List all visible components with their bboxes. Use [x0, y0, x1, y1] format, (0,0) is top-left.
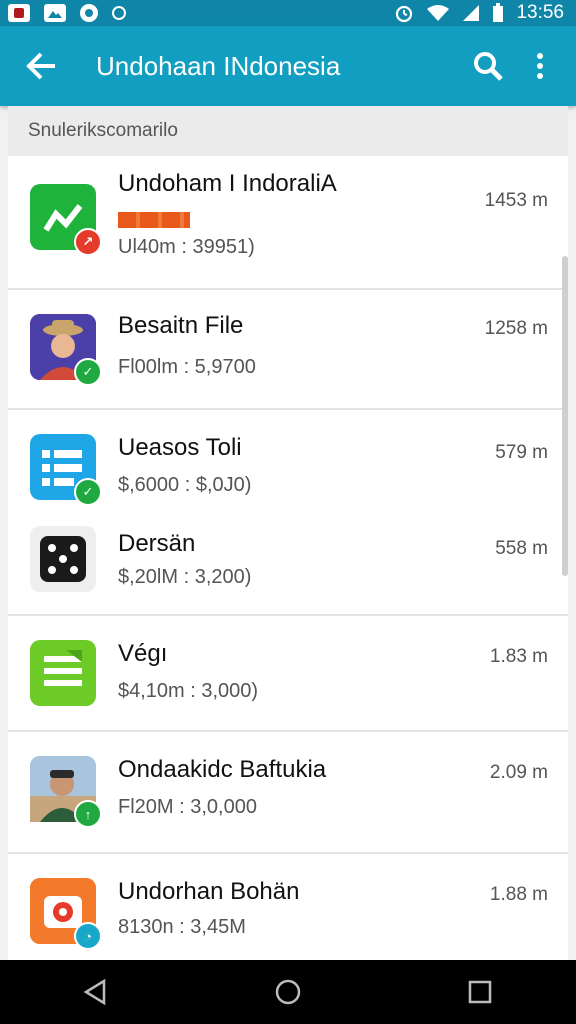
app-name: Ondaakidc Baftukia	[118, 756, 327, 783]
list-item[interactable]: ✓ Ueasos Toli $,6000 : $,0J0) 579 m	[8, 410, 568, 510]
red-arrow-badge: ↗	[74, 228, 102, 256]
home-nav-button[interactable]	[258, 962, 318, 1022]
app-name: Besaitn File	[118, 312, 244, 339]
notification-app-icon	[8, 4, 30, 22]
scrollbar[interactable]	[562, 256, 568, 576]
search-icon	[474, 52, 503, 81]
signal-icon	[463, 5, 480, 21]
list-item[interactable]: Végı $4,10m : 3,000) 1.83 m	[8, 616, 568, 730]
app-subtitle: 8130n : 3,45M	[118, 916, 246, 938]
section-header: Snulerikscomarilo	[8, 106, 568, 156]
dice-icon	[30, 526, 96, 592]
status-left-icons	[0, 4, 126, 22]
more-vert-icon	[537, 53, 543, 79]
page-title: Undohaan INdonesia	[96, 50, 341, 81]
app-size: 1.83 m	[489, 646, 548, 667]
green-doc-icon	[30, 640, 96, 706]
person-avatar-icon: ✓	[30, 314, 102, 386]
status-bar: 13:56	[0, 0, 576, 26]
gallery-icon	[44, 4, 66, 22]
status-right: 13:56	[394, 2, 576, 24]
list-item[interactable]: ↑ Ondaakidc Baftukia Fl20M : 3,0,000 2.0…	[8, 732, 568, 852]
nav-back-icon	[83, 978, 106, 1006]
recents-nav-button[interactable]	[450, 962, 510, 1022]
person-photo-icon: ↑	[30, 756, 102, 828]
app-size: 1258 m	[484, 318, 548, 339]
blue-list-icon: ✓	[30, 434, 102, 506]
app-name: Undorhan Bohän	[118, 878, 300, 905]
list-item[interactable]: ◔ Undorhan Bohän 8130n : 3,45M 1.88 m	[8, 854, 568, 960]
navigation-bar	[0, 960, 576, 1024]
back-button[interactable]	[14, 38, 70, 94]
overflow-menu-button[interactable]	[514, 40, 566, 92]
arrow-back-icon	[26, 52, 55, 80]
app-subtitle: $,6000 : $,0J0)	[118, 474, 252, 496]
download-progress-bar	[118, 212, 190, 228]
green-chart-icon: ↗	[30, 184, 102, 256]
green-check-badge: ✓	[74, 358, 102, 386]
search-button[interactable]	[462, 40, 514, 92]
nav-recents-icon	[468, 980, 492, 1004]
status-time: 13:56	[516, 2, 564, 23]
app-subtitle: Ul40m : 39951)	[118, 236, 255, 258]
green-up-badge: ↑	[74, 800, 102, 828]
list-item[interactable]: Dersän $,20lM : 3,200) 558 m	[8, 510, 568, 614]
blue-badge: ◔	[74, 922, 102, 950]
app-subtitle: Fl00lm : 5,9700	[118, 356, 256, 378]
app-subtitle: $4,10m : 3,000)	[118, 680, 259, 702]
app-bar: Undohaan INdonesia	[0, 26, 576, 106]
orange-camera-icon: ◔	[30, 878, 102, 950]
list-item[interactable]: ↗ Undoham I IndoraliA Ul40m : 39951) 145…	[8, 156, 568, 288]
app-name: Ueasos Toli	[118, 434, 242, 461]
green-check-badge: ✓	[74, 478, 102, 506]
app-name: Undoham I IndoraliA	[118, 170, 337, 197]
app-size: 579 m	[495, 442, 548, 463]
nav-home-icon	[275, 979, 301, 1005]
app-size: 558 m	[495, 538, 548, 559]
list-item[interactable]: ✓ Besaitn File Fl00lm : 5,9700 1258 m	[8, 290, 568, 408]
messenger-icon	[80, 4, 98, 22]
dot-icon	[112, 6, 126, 20]
back-nav-button[interactable]	[66, 962, 126, 1022]
app-subtitle: Fl20M : 3,0,000	[118, 796, 257, 818]
app-size: 2.09 m	[489, 762, 548, 783]
app-subtitle: $,20lM : 3,200)	[118, 566, 252, 588]
app-list[interactable]: ↗ Undoham I IndoraliA Ul40m : 39951) 145…	[8, 156, 568, 960]
app-size: 1.88 m	[489, 884, 548, 905]
battery-icon	[493, 3, 504, 22]
app-size: 1453 m	[484, 190, 548, 211]
wifi-icon	[427, 5, 450, 21]
app-name: Végı	[118, 640, 168, 667]
app-name: Dersän	[118, 530, 196, 557]
alarm-icon	[396, 5, 413, 23]
